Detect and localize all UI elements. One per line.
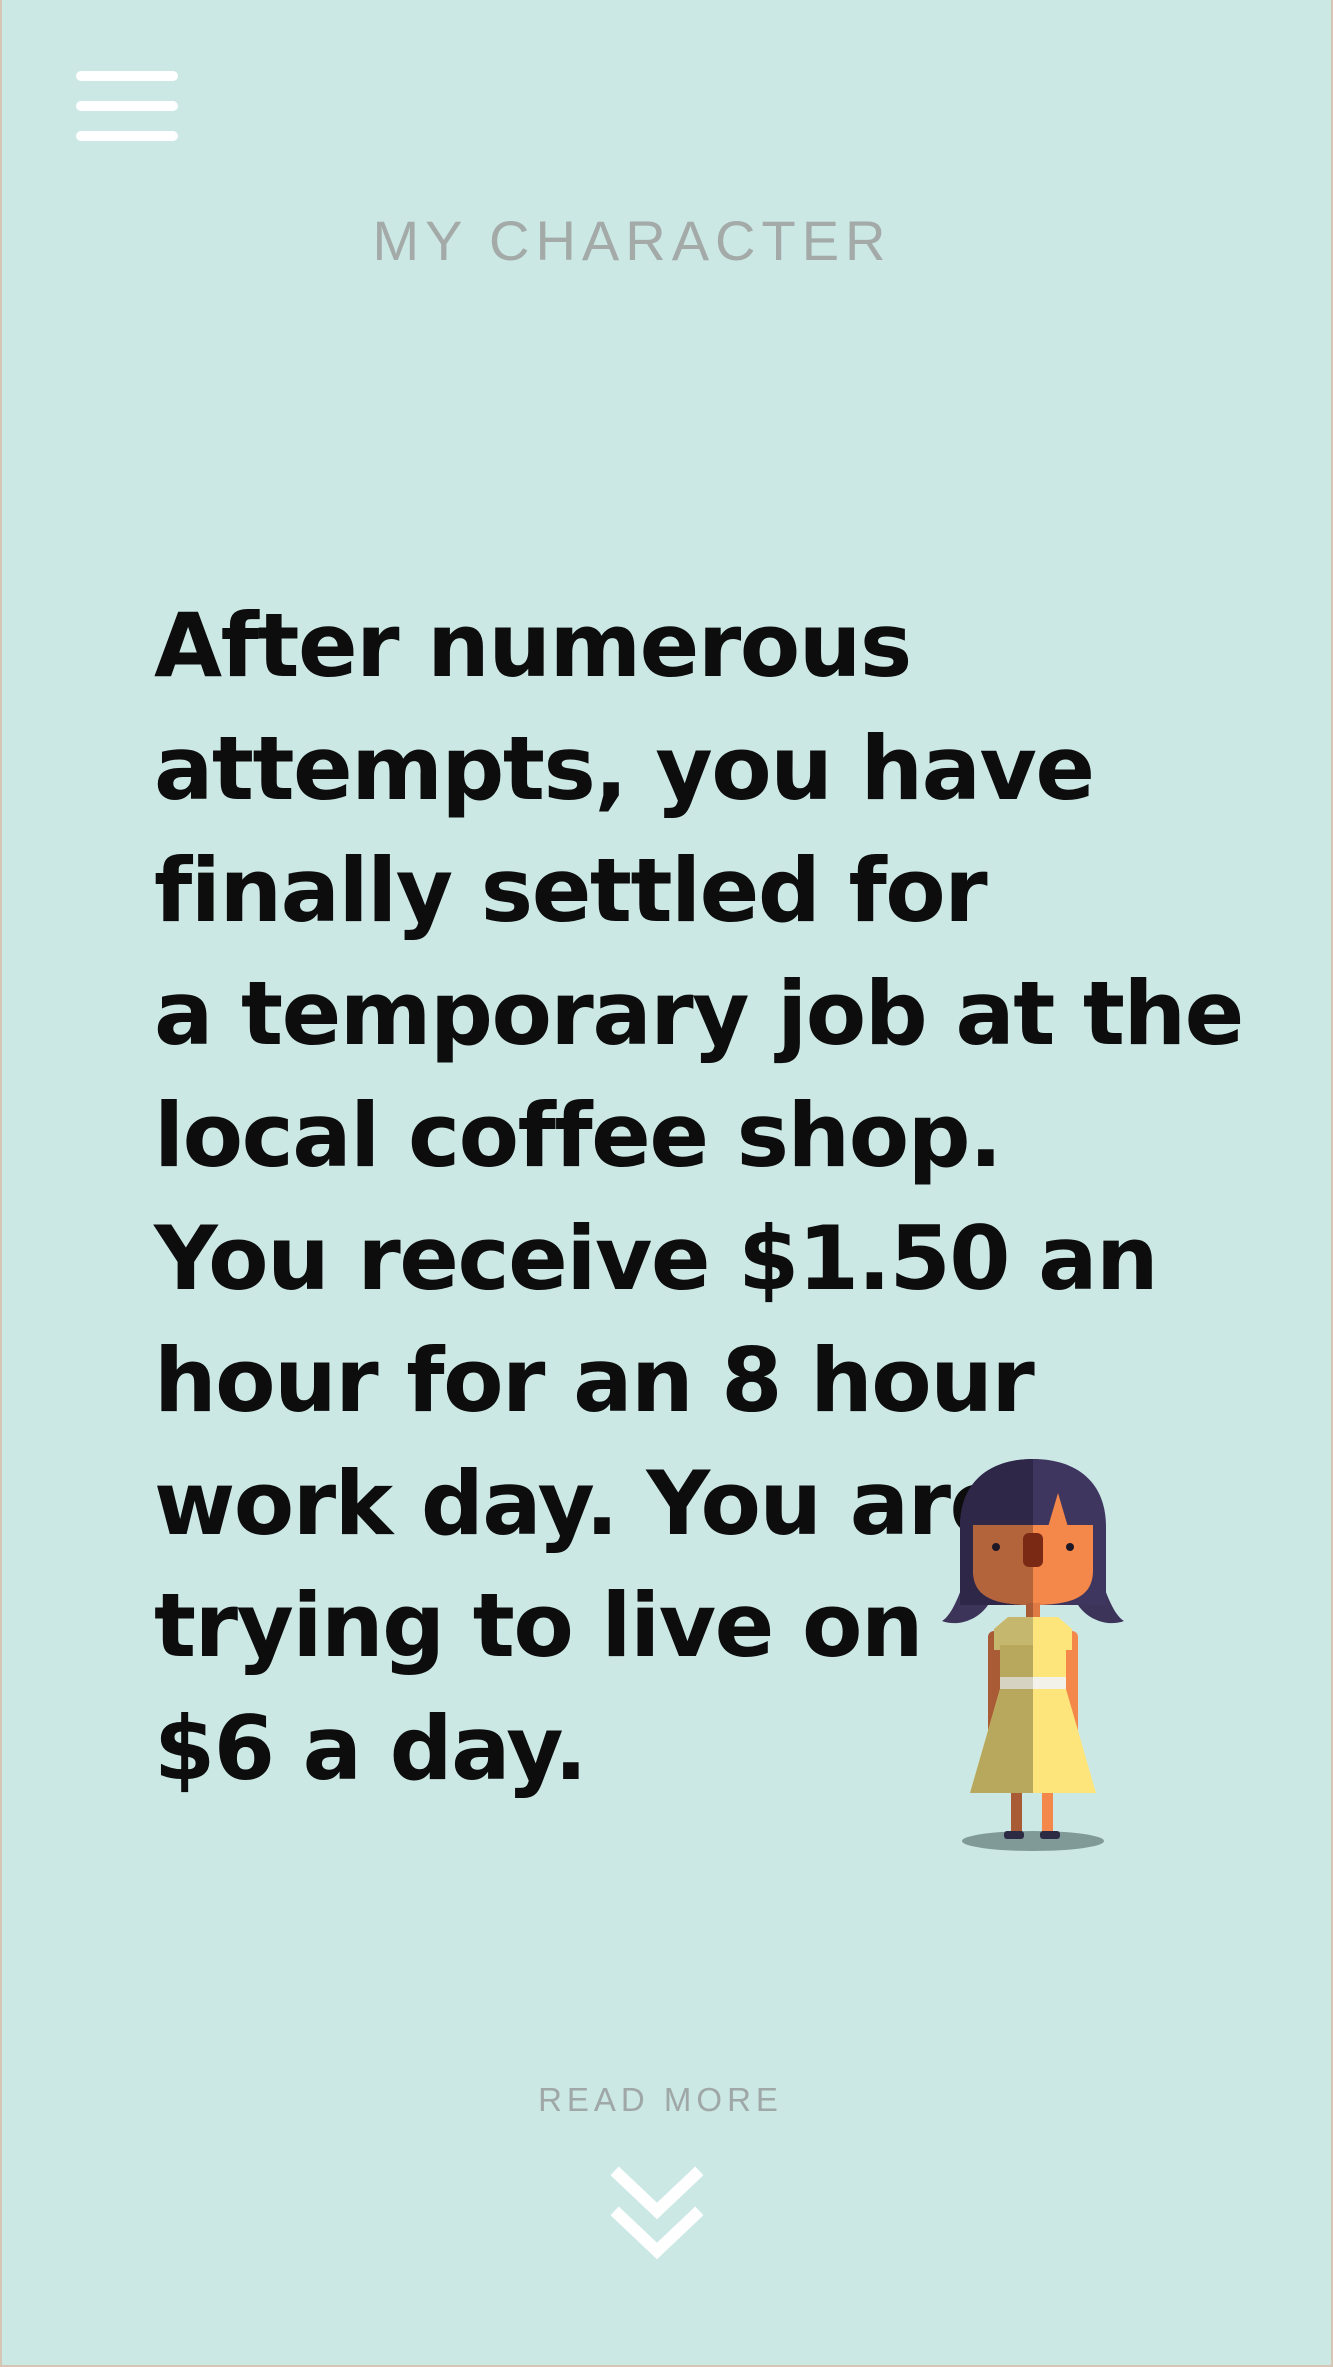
menu-bar-middle bbox=[76, 101, 178, 111]
menu-bar-top bbox=[76, 71, 178, 81]
story-line: attempts, you have bbox=[154, 716, 1095, 820]
story-line: a temporary job at the bbox=[154, 961, 1244, 1065]
page: MY CHARACTER After numerous attempts, yo… bbox=[0, 0, 1333, 2367]
story-line: After numerous bbox=[154, 594, 912, 697]
story-line: finally settled for bbox=[154, 839, 988, 942]
story-line: You receive $1.50 an bbox=[154, 1206, 1159, 1310]
read-more-link[interactable]: READ MORE bbox=[2, 2078, 1319, 2122]
hamburger-menu-icon[interactable] bbox=[76, 68, 178, 144]
story-line: hour for an 8 hour bbox=[154, 1329, 1035, 1432]
menu-bar-bottom bbox=[76, 131, 178, 141]
double-chevron-down-icon[interactable] bbox=[610, 2165, 704, 2265]
page-title: MY CHARACTER bbox=[372, 209, 892, 272]
girl-character-illustration bbox=[942, 1459, 1124, 1851]
story-line: local coffee shop. bbox=[154, 1084, 1003, 1187]
